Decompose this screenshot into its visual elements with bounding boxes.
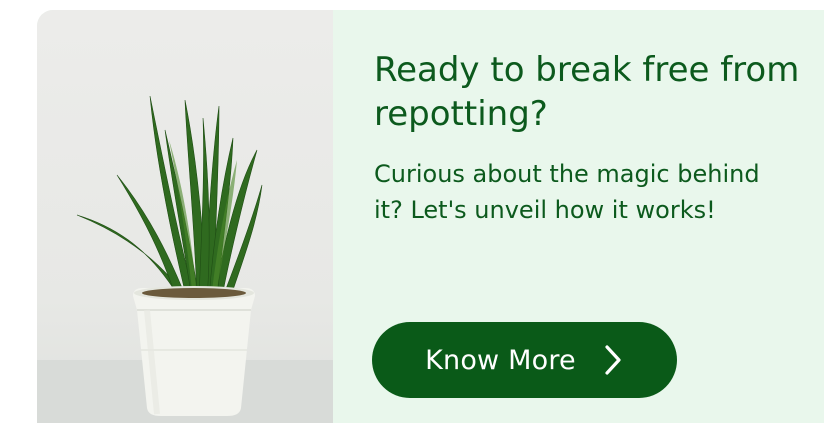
promo-content: Ready to break free from repotting? Curi…: [333, 10, 824, 423]
chevron-right-icon: [602, 343, 624, 377]
promo-card: Ready to break free from repotting? Curi…: [37, 10, 824, 423]
plant-image: [37, 10, 333, 423]
promo-headline: Ready to break free from repotting?: [374, 50, 800, 134]
promo-subtext: Curious about the magic behind it? Let's…: [374, 160, 760, 224]
know-more-button[interactable]: Know More: [372, 322, 677, 398]
snake-plant-illustration: [37, 95, 333, 423]
know-more-label: Know More: [425, 344, 576, 376]
